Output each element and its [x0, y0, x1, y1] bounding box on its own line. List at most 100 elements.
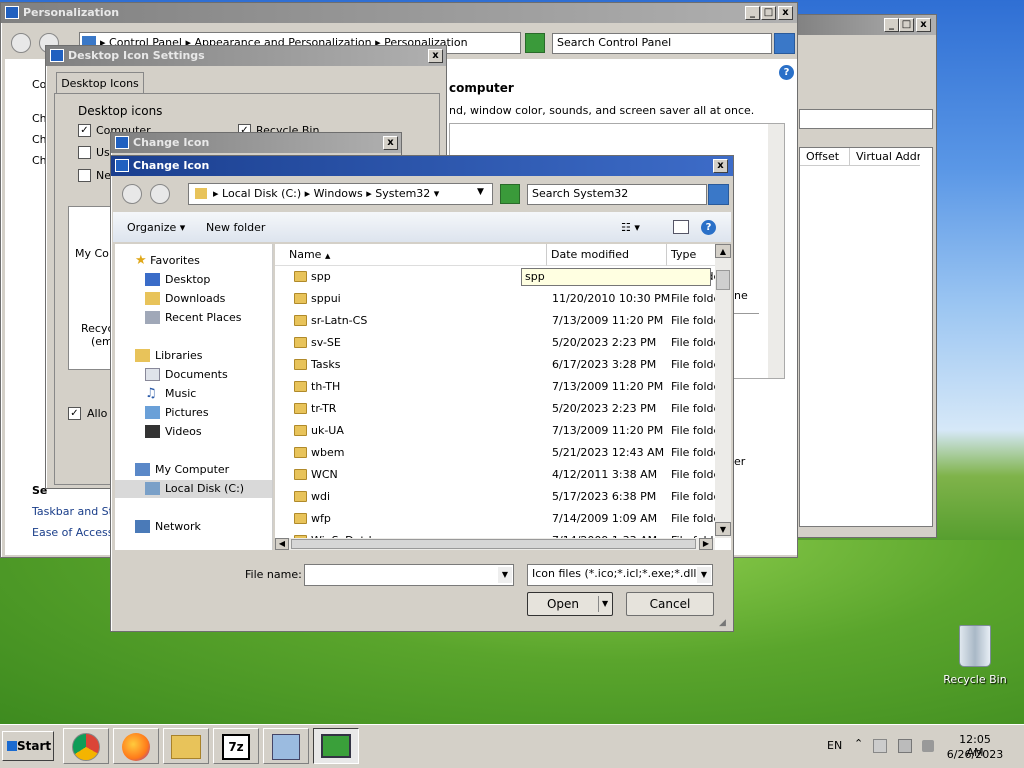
table-row[interactable]: sv-SE 5/20/2023 2:23 PM File folder: [275, 332, 715, 354]
taskbar-link[interactable]: Taskbar and Sta: [32, 505, 120, 518]
breadcrumb-item[interactable]: Local Disk (C:): [222, 187, 301, 200]
file-type-filter[interactable]: Icon files (*.ico;*.icl;*.exe;*.dll): [527, 564, 713, 586]
column-name[interactable]: Name ▲: [275, 244, 547, 266]
clock-date[interactable]: 6/26/2023: [944, 748, 1006, 761]
taskbar-7zip[interactable]: 7z: [213, 728, 259, 764]
desktop-recycle-bin[interactable]: Recycle Bin: [940, 625, 1010, 695]
file-name-input[interactable]: [304, 564, 514, 586]
start-button[interactable]: Start: [2, 731, 54, 761]
organize-button[interactable]: Organize ▾: [127, 221, 185, 234]
column-offset[interactable]: Offset: [800, 148, 850, 166]
tray-network-icon[interactable]: [898, 739, 912, 753]
search-icon[interactable]: [774, 33, 795, 54]
table-row[interactable]: sr-Latn-CS 7/13/2009 11:20 PM File folder: [275, 310, 715, 332]
file-name: wdi: [311, 490, 331, 503]
cancel-button[interactable]: Cancel: [626, 592, 714, 616]
horizontal-scrollbar[interactable]: ◀ ▶: [275, 538, 715, 550]
maximize-button[interactable]: □: [761, 6, 776, 20]
back-icon[interactable]: [122, 184, 142, 204]
checkbox-users[interactable]: [78, 146, 91, 159]
table-row[interactable]: Tasks 6/17/2023 3:28 PM File folder: [275, 354, 715, 376]
scroll-down-icon[interactable]: ▼: [715, 522, 731, 536]
table-row[interactable]: wbem 5/21/2023 12:43 AM File folder: [275, 442, 715, 464]
table-row[interactable]: WinSxDotd 7/14/2009 1:33 AM File folder: [275, 530, 715, 538]
themes-scrollbar[interactable]: [768, 124, 784, 378]
checkbox-allow-themes[interactable]: ✓: [68, 407, 81, 420]
refresh-button[interactable]: [525, 33, 545, 53]
vertical-scrollbar[interactable]: ▲ ▼: [715, 244, 731, 538]
nav-local-disk[interactable]: Local Disk (C:): [115, 480, 272, 498]
help-icon[interactable]: ?: [701, 220, 716, 235]
file-name-dropdown-icon[interactable]: ▼: [498, 567, 512, 583]
breadcrumb-item[interactable]: System32: [375, 187, 430, 200]
forward-icon[interactable]: [150, 184, 170, 204]
taskbar-firefox[interactable]: [113, 728, 159, 764]
table-row[interactable]: wdi 5/17/2023 6:38 PM File folder: [275, 486, 715, 508]
maximize-button[interactable]: □: [899, 18, 914, 32]
help-icon[interactable]: ?: [779, 65, 794, 80]
filter-dropdown-icon[interactable]: ▼: [697, 567, 711, 583]
column-virtual-address[interactable]: Virtual Addre: [850, 148, 920, 166]
close-button[interactable]: x: [383, 136, 398, 150]
checkbox-computer[interactable]: ✓: [78, 124, 91, 137]
close-button[interactable]: x: [916, 18, 931, 32]
preview-pane-icon[interactable]: [673, 220, 689, 234]
table-row[interactable]: uk-UA 7/13/2009 11:20 PM File folder: [275, 420, 715, 442]
tray-security-icon[interactable]: [873, 739, 887, 753]
back-icon[interactable]: [11, 33, 31, 53]
taskbar-chrome[interactable]: [63, 728, 109, 764]
nav-network[interactable]: Network: [135, 518, 201, 536]
refresh-button[interactable]: [500, 184, 520, 204]
scroll-thumb[interactable]: [716, 270, 730, 290]
nav-music[interactable]: ♫ Music: [145, 385, 196, 403]
dialog-title: Desktop Icon Settings: [68, 49, 205, 62]
address-bar[interactable]: ▸ Local Disk (C:) ▸ Windows ▸ System32 ▾: [188, 183, 493, 205]
nav-pictures[interactable]: Pictures: [145, 404, 209, 422]
tray-volume-icon[interactable]: [922, 740, 934, 752]
scroll-up-icon[interactable]: ▲: [715, 244, 731, 258]
table-row[interactable]: wfp 7/14/2009 1:09 AM File folder: [275, 508, 715, 530]
tab-desktop-icons[interactable]: Desktop Icons: [56, 72, 144, 94]
column-type[interactable]: Type: [667, 244, 715, 266]
taskbar-explorer[interactable]: [163, 728, 209, 764]
change-icon-file-dialog[interactable]: Change Icon x ▸ Local Disk (C:) ▸ Window…: [110, 155, 734, 632]
nav-libraries[interactable]: Libraries: [135, 347, 203, 365]
table-row[interactable]: tr-TR 5/20/2023 2:23 PM File folder: [275, 398, 715, 420]
table-row[interactable]: th-TH 7/13/2009 11:20 PM File folder: [275, 376, 715, 398]
table-row[interactable]: sppui 11/20/2010 10:30 PMFile folder: [275, 288, 715, 310]
search-input[interactable]: Search Control Panel: [552, 33, 772, 54]
file-list[interactable]: Name ▲ Date modified Type spp File folder…: [275, 244, 731, 550]
address-dropdown-icon[interactable]: ▼: [477, 187, 484, 197]
new-folder-button[interactable]: New folder: [206, 221, 265, 234]
resize-grip-icon[interactable]: ◢: [719, 618, 726, 628]
h-scroll-thumb[interactable]: [291, 539, 696, 549]
taskbar-personalization-active[interactable]: [313, 728, 359, 764]
breadcrumb-item[interactable]: Windows: [314, 187, 363, 200]
view-options-icon[interactable]: ☷ ▾: [621, 221, 640, 234]
minimize-button[interactable]: _: [745, 6, 760, 20]
background-window[interactable]: _ □ x Offset Virtual Addre: [790, 14, 937, 538]
open-dropdown-icon[interactable]: ▼: [598, 596, 608, 612]
nav-downloads[interactable]: Downloads: [145, 290, 225, 308]
column-date-modified[interactable]: Date modified: [547, 244, 667, 266]
taskbar-control-panel[interactable]: [263, 728, 309, 764]
nav-documents[interactable]: Documents: [145, 366, 228, 384]
minimize-button[interactable]: _: [884, 18, 899, 32]
table-row[interactable]: WCN 4/12/2011 3:38 AM File folder: [275, 464, 715, 486]
close-button[interactable]: x: [428, 49, 443, 63]
bg-dropdown[interactable]: [799, 109, 933, 129]
checkbox-network[interactable]: [78, 169, 91, 182]
scroll-right-icon[interactable]: ▶: [699, 538, 713, 550]
nav-videos[interactable]: Videos: [145, 423, 202, 441]
nav-favorites[interactable]: ★ Favorites: [135, 252, 200, 270]
nav-recent-places[interactable]: Recent Places: [145, 309, 242, 327]
tray-chevron-icon[interactable]: ⌃: [854, 737, 863, 750]
nav-desktop[interactable]: Desktop: [145, 271, 210, 289]
search-input[interactable]: Search System32: [527, 184, 707, 205]
search-icon[interactable]: [708, 184, 729, 205]
nav-my-computer[interactable]: My Computer: [135, 461, 229, 479]
close-button[interactable]: x: [713, 159, 728, 173]
close-button[interactable]: x: [778, 6, 793, 20]
scroll-left-icon[interactable]: ◀: [275, 538, 289, 550]
language-indicator[interactable]: EN: [827, 739, 842, 752]
